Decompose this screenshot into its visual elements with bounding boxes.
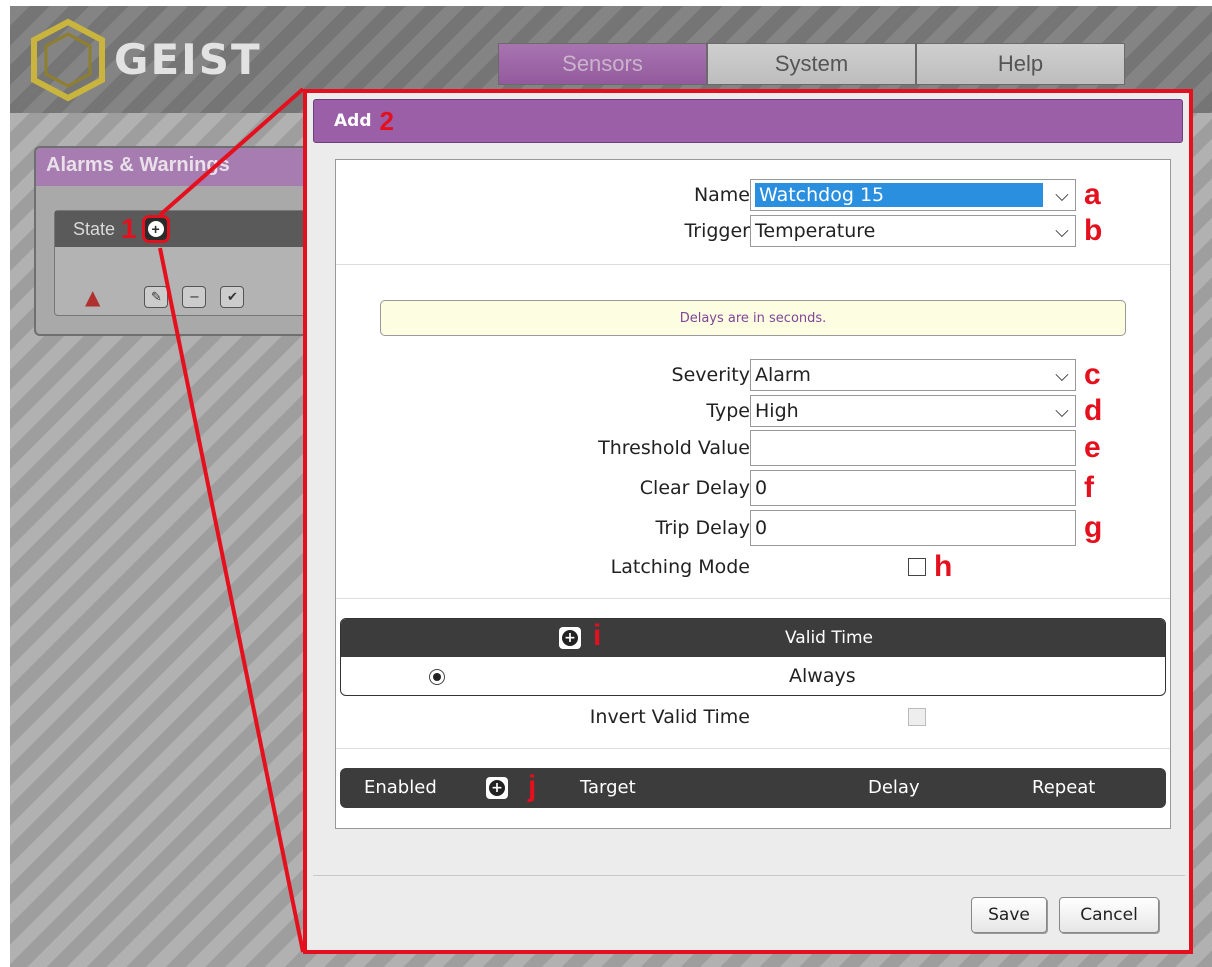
dialog-body: Name Watchdog 15 ⌵ a Trigger Temperature… [335,159,1171,829]
divider [336,598,1170,599]
trigger-row: Trigger Temperature ⌵ b [336,214,1102,248]
alarms-state-table: State 1 + ▲ ✎ − ✔ [54,210,324,316]
trigger-value: Temperature [755,220,876,242]
dialog-titlebar: Add 2 [313,99,1183,143]
latching-checkbox[interactable] [908,558,926,576]
valid-time-column-label: Valid Time [785,628,873,648]
severity-value: Alarm [755,364,811,386]
invert-valid-time-label: Invert Valid Time [589,706,750,728]
hexagon-logo-icon [31,18,105,102]
trip-delay-label: Trip Delay [655,517,751,539]
clear-delay-row: Clear Delay 0 f [336,470,1094,506]
geist-logo: GEIST [28,18,262,102]
chevron-down-icon: ⌵ [1055,400,1069,422]
delay-note: Delays are in seconds. [380,300,1126,336]
valid-time-row: Always [341,657,1165,695]
annotation-g: g [1084,511,1103,544]
annotation-f: f [1084,471,1094,504]
edit-wrench-button[interactable]: ✎ [144,286,169,308]
tab-sensors[interactable]: Sensors [498,43,707,85]
chevron-down-icon: ⌵ [1055,364,1069,386]
annotation-2: 2 [379,105,394,136]
annotation-e: e [1084,431,1101,464]
target-column-label: Target [580,777,636,798]
plus-icon: + [562,630,578,646]
annotation-a: a [1084,178,1101,211]
valid-time-value: Always [789,665,856,687]
plus-icon: + [489,780,505,796]
state-header: State 1 + [55,211,323,247]
add-alarm-button[interactable]: + [141,215,170,243]
annotation-c: c [1084,358,1101,391]
add-alarm-dialog: Add 2 Name Watchdog 15 ⌵ a Trigger Tempe… [303,89,1193,954]
latching-label: Latching Mode [610,556,750,578]
alarms-panel-title: Alarms & Warnings [36,148,322,186]
cancel-button[interactable]: Cancel [1059,897,1159,933]
trip-delay-input[interactable]: 0 [750,510,1076,546]
annotation-i: i [593,619,602,652]
type-label: Type [706,400,750,422]
save-button[interactable]: Save [971,897,1047,933]
name-select[interactable]: Watchdog 15 ⌵ [750,179,1076,211]
chevron-down-icon: ⌵ [1055,184,1069,206]
state-column-label: State [73,218,116,239]
chevron-down-icon: ⌵ [1055,220,1069,242]
delete-minus-button[interactable]: − [182,286,207,308]
delay-column-label: Delay [868,777,920,798]
valid-time-radio[interactable] [429,669,445,685]
alarm-row: ▲ ✎ − ✔ [85,285,245,309]
name-value: Watchdog 15 [755,183,1043,207]
severity-row: Severity Alarm ⌵ c [336,358,1101,392]
type-value: High [755,400,799,422]
actions-table-header: Enabled + j Target Delay Repeat [340,768,1166,808]
trip-delay-value: 0 [755,517,768,539]
trigger-label: Trigger [684,220,750,242]
type-row: Type High ⌵ d [336,394,1102,428]
warning-icon: ▲ [85,285,101,309]
divider [336,748,1170,749]
alarms-warnings-panel: Alarms & Warnings State 1 + ▲ ✎ − ✔ [34,146,324,336]
name-label: Name [693,184,750,206]
valid-time-table: + i Valid Time Always [340,618,1166,696]
invert-valid-time-checkbox[interactable] [908,708,926,726]
enabled-column-label: Enabled [364,777,437,798]
severity-select[interactable]: Alarm ⌵ [750,359,1076,391]
annotation-1: 1 [121,213,137,244]
annotation-d: d [1084,394,1103,427]
latching-row: Latching Mode h [336,550,953,583]
type-select[interactable]: High ⌵ [750,395,1076,427]
valid-time-header: + i Valid Time [341,619,1165,657]
add-valid-time-button[interactable]: + [559,627,581,649]
divider [336,264,1170,265]
threshold-input[interactable] [750,430,1076,466]
footer-divider [313,875,1185,876]
invert-valid-time-row: Invert Valid Time [336,702,926,732]
annotation-j: j [528,770,537,803]
annotation-b: b [1084,214,1103,247]
tab-system[interactable]: System [707,43,916,85]
threshold-label: Threshold Value [598,437,750,459]
severity-label: Severity [671,364,750,386]
dialog-title: Add [334,111,372,131]
name-row: Name Watchdog 15 ⌵ a [336,178,1101,212]
trip-delay-row: Trip Delay 0 g [336,510,1102,546]
main-nav-tabs: Sensors System Help [498,43,1125,85]
clear-delay-input[interactable]: 0 [750,470,1076,506]
trigger-select[interactable]: Temperature ⌵ [750,215,1076,247]
clear-delay-label: Clear Delay [639,477,750,499]
logo-text: GEIST [114,35,262,84]
threshold-row: Threshold Value e [336,430,1101,466]
annotation-h: h [934,550,953,583]
repeat-column-label: Repeat [1032,777,1096,798]
tab-help[interactable]: Help [916,43,1125,85]
confirm-check-button[interactable]: ✔ [220,286,245,308]
plus-icon: + [147,221,164,237]
clear-delay-value: 0 [755,477,768,499]
add-action-button[interactable]: + [486,777,508,799]
